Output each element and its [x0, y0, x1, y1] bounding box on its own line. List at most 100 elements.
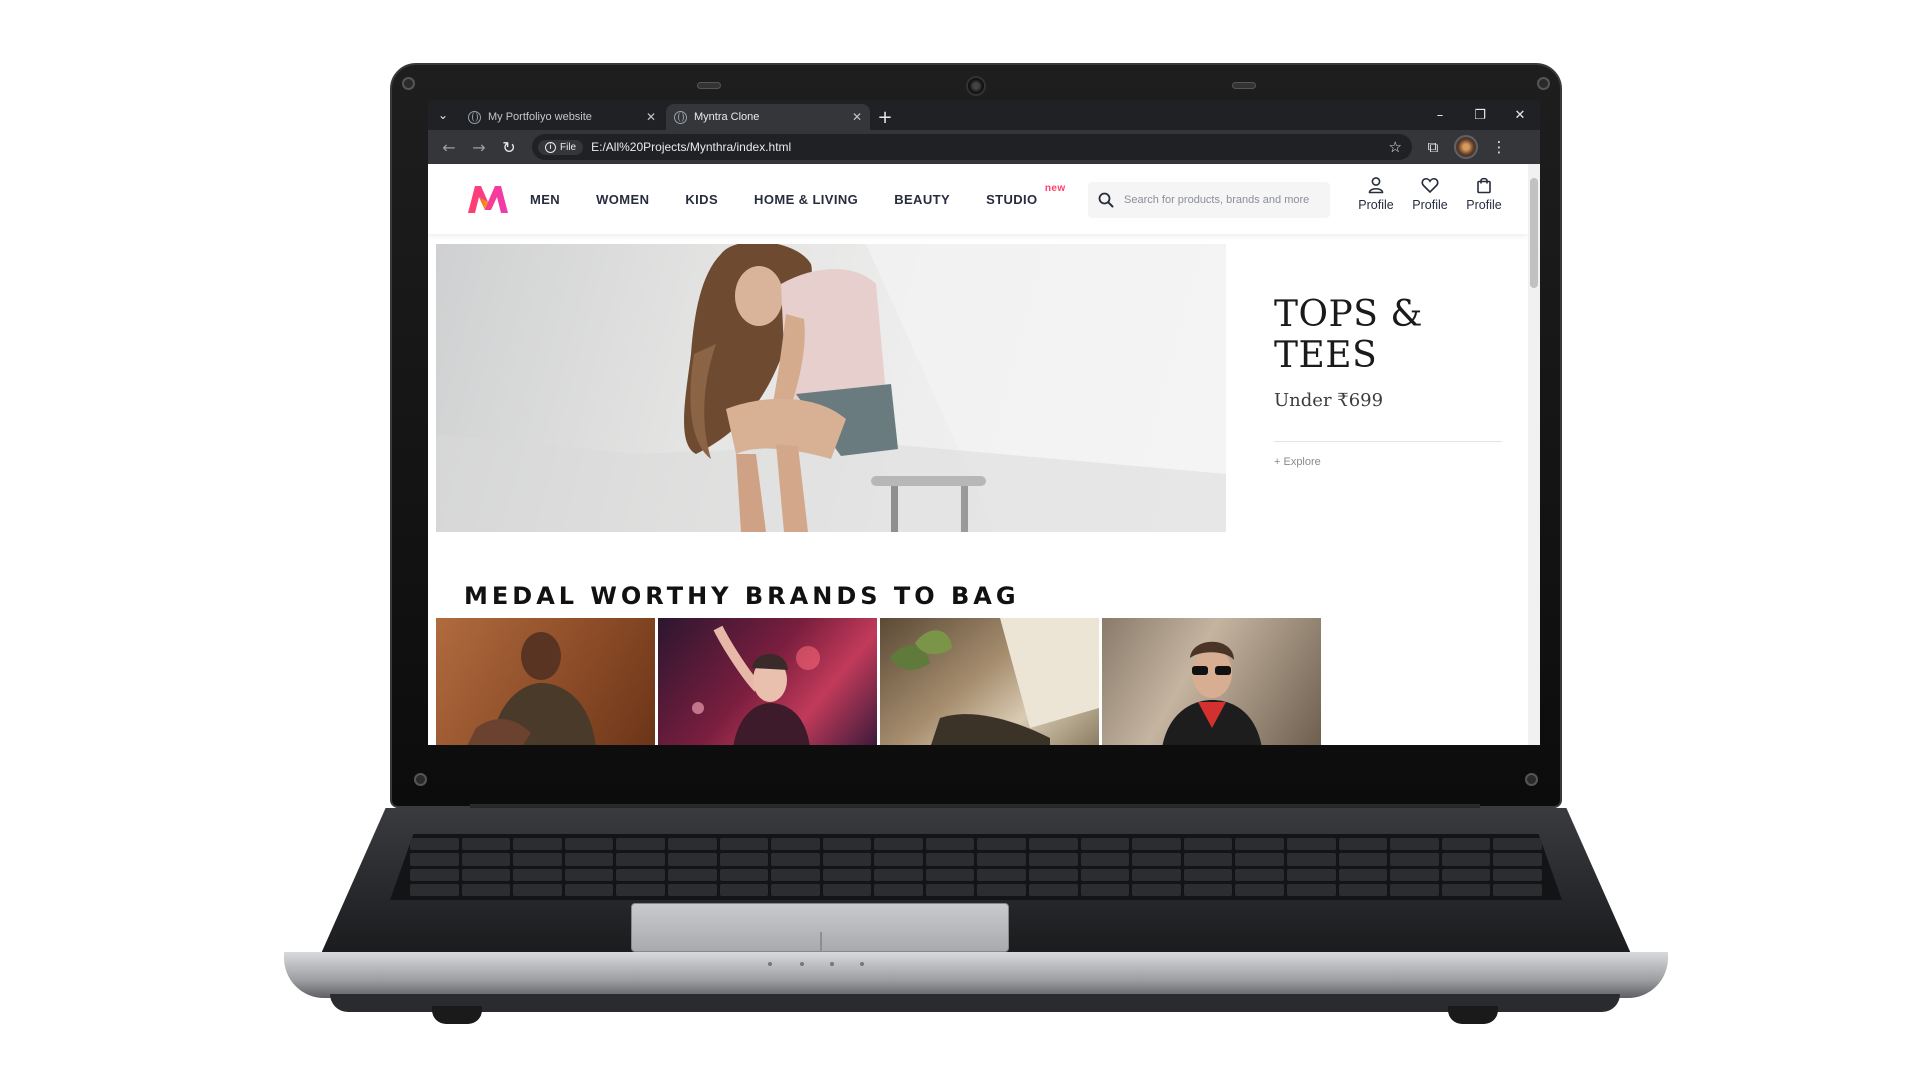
keyboard-key [977, 853, 1027, 866]
search-input[interactable] [1124, 194, 1314, 206]
keyboard-key [1080, 868, 1130, 881]
nav-studio[interactable]: STUDIO new [986, 183, 1065, 207]
search-bar[interactable] [1088, 182, 1330, 218]
keyboard-key [977, 883, 1027, 896]
nav-women[interactable]: WOMEN [596, 192, 649, 207]
back-button[interactable]: ← [434, 132, 464, 162]
nav-beauty[interactable]: BEAUTY [894, 192, 950, 207]
tab-portfolio[interactable]: My Portfoliyo website ✕ [460, 104, 664, 130]
keyboard-key [1441, 853, 1491, 866]
laptop-screen: ⌄ My Portfoliyo website ✕ Myntra Clone ✕… [428, 100, 1540, 745]
screw [414, 773, 427, 786]
address-bar[interactable]: i File E:/All%20Projects/Mynthra/index.h… [532, 134, 1412, 160]
nav-men[interactable]: MEN [530, 192, 560, 207]
browser-menu-icon[interactable]: ⋮ [1484, 132, 1514, 162]
scroll-thumb[interactable] [1530, 178, 1538, 288]
keyboard-key [461, 838, 511, 851]
url-text[interactable]: E:/All%20Projects/Mynthra/index.html [591, 140, 1380, 154]
keyboard-key [1287, 868, 1336, 881]
myntra-logo[interactable] [466, 184, 510, 214]
bookmark-star-icon[interactable]: ☆ [1389, 138, 1402, 156]
keyboard-key [1235, 838, 1285, 851]
trackpad [631, 903, 1009, 953]
keyboard-key [1441, 868, 1491, 881]
tab-strip: ⌄ My Portfoliyo website ✕ Myntra Clone ✕… [428, 100, 1540, 130]
nav-home-living[interactable]: HOME & LIVING [754, 192, 858, 207]
globe-icon [674, 110, 687, 124]
status-led [768, 962, 772, 966]
minimize-button[interactable]: – [1420, 100, 1460, 130]
bag-action[interactable]: Profile [1464, 176, 1504, 212]
tab-title: My Portfoliyo website [488, 111, 592, 123]
close-tab-icon[interactable]: ✕ [852, 110, 862, 124]
keyboard-key [1493, 838, 1542, 851]
keyboard-key [1183, 838, 1233, 851]
keyboard-key [1080, 853, 1130, 866]
globe-icon [468, 110, 481, 124]
browser-profile-avatar[interactable] [1454, 135, 1478, 159]
keyboard-key [667, 853, 717, 866]
reload-button[interactable]: ↻ [494, 132, 524, 162]
keyboard-key [1183, 868, 1233, 881]
brand-card[interactable] [436, 618, 655, 745]
keyboard-key [513, 838, 562, 851]
keyboard-key [1441, 838, 1491, 851]
close-tab-icon[interactable]: ✕ [646, 110, 656, 124]
page-scrollbar[interactable] [1528, 164, 1540, 745]
keyboard-key [771, 853, 820, 866]
keyboard-key [1390, 853, 1439, 866]
keyboard-key [513, 868, 562, 881]
nav-kids[interactable]: KIDS [685, 192, 718, 207]
keyboard-key [874, 853, 923, 866]
heart-icon [1421, 177, 1439, 194]
file-label: File [560, 141, 577, 153]
new-tab-button[interactable]: + [870, 104, 900, 130]
brand-card[interactable] [658, 618, 877, 745]
restore-button[interactable]: ❐ [1460, 100, 1500, 130]
keyboard-key [874, 838, 923, 851]
keyboard-key [977, 838, 1027, 851]
keyboard-key [616, 883, 665, 896]
keyboard-key [1287, 853, 1336, 866]
status-led [830, 962, 834, 966]
keyboard-key [1183, 883, 1233, 896]
brand-cards [436, 618, 1321, 745]
status-led [860, 962, 864, 966]
tab-myntra-clone[interactable]: Myntra Clone ✕ [666, 104, 870, 130]
keyboard-key [1235, 883, 1285, 896]
keyboard-key [1287, 838, 1336, 851]
page-viewport: MEN WOMEN KIDS HOME & LIVING BEAUTY STUD… [428, 164, 1540, 745]
keyboard-key [616, 853, 665, 866]
forward-button[interactable]: → [464, 132, 494, 162]
new-badge: new [1044, 182, 1066, 194]
webcam [966, 76, 986, 96]
keyboard-key [1029, 838, 1078, 851]
keyboard-key [1132, 883, 1181, 896]
keyboard-key [667, 883, 717, 896]
profile-action[interactable]: Profile [1356, 176, 1396, 212]
close-window-button[interactable]: ✕ [1500, 100, 1540, 130]
main-nav: MEN WOMEN KIDS HOME & LIVING BEAUTY STUD… [530, 164, 1074, 234]
wishlist-label: Profile [1412, 198, 1448, 212]
keyboard-key [564, 838, 614, 851]
tab-search-button[interactable]: ⌄ [428, 100, 458, 130]
keyboard-key [925, 868, 975, 881]
keyboard-key [1390, 883, 1439, 896]
search-icon [1098, 192, 1114, 208]
wishlist-action[interactable]: Profile [1410, 176, 1450, 212]
explore-link[interactable]: + Explore [1274, 456, 1502, 468]
keyboard-key [1132, 868, 1181, 881]
keyboard-key [1132, 853, 1181, 866]
keyboard-key [564, 853, 614, 866]
keyboard-key [1029, 883, 1078, 896]
site-info-chip[interactable]: i File [538, 139, 584, 155]
laptop-foot [1448, 1006, 1498, 1024]
brand-card[interactable] [880, 618, 1099, 745]
hero-banner-image[interactable] [436, 244, 1226, 532]
keyboard-key [874, 868, 923, 881]
extensions-icon[interactable]: ⧉ [1418, 132, 1448, 162]
keyboard-key [822, 838, 872, 851]
model-photo [436, 244, 1226, 532]
keyboard-key [564, 868, 614, 881]
brand-card[interactable] [1102, 618, 1321, 745]
